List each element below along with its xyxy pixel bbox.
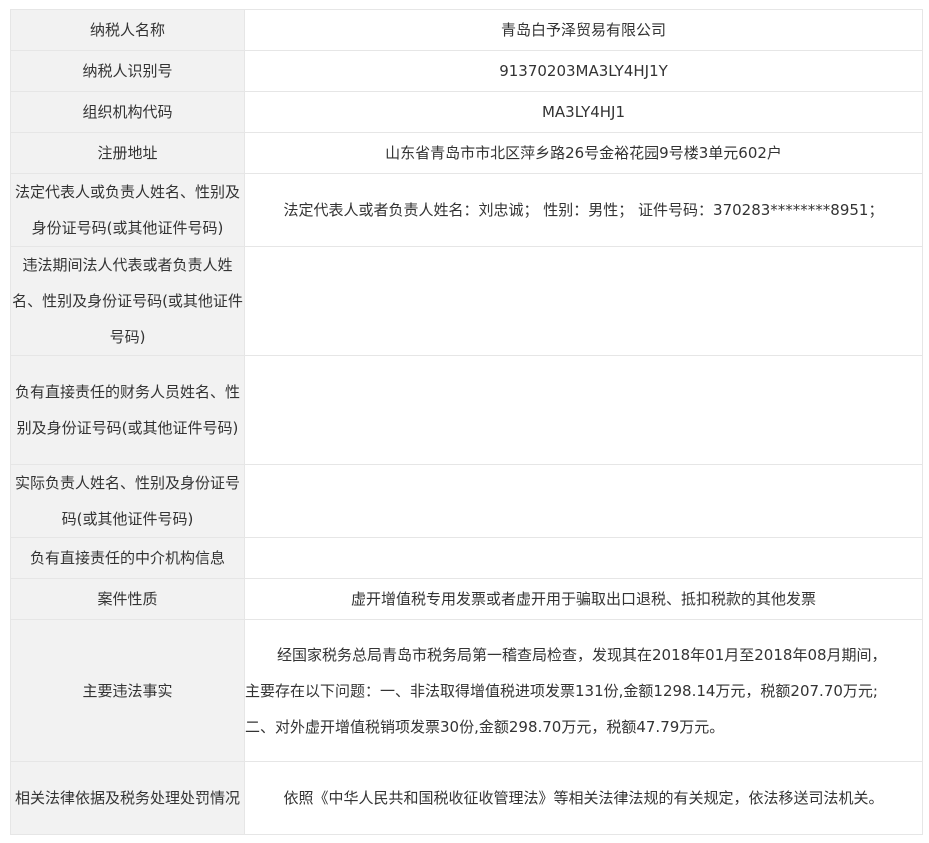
intermediary-info: [244, 537, 923, 579]
row-label: 负有直接责任的财务人员姓名、性别及身份证号码(或其他证件号码): [10, 355, 245, 465]
table-row: 组织机构代码 MA3LY4HJ1: [10, 91, 923, 133]
table-row: 负有直接责任的财务人员姓名、性别及身份证号码(或其他证件号码): [10, 355, 923, 465]
taxpayer-id: 91370203MA3LY4HJ1Y: [244, 50, 923, 92]
legal-representative: 法定代表人或者负责人姓名：刘忠诚； 性别：男性； 证件号码：370283****…: [244, 173, 923, 247]
table-row: 实际负责人姓名、性别及身份证号码(或其他证件号码): [10, 464, 923, 538]
legal-basis-and-penalty: 依照《中华人民共和国税收征收管理法》等相关法律法规的有关规定，依法移送司法机关。: [244, 761, 923, 835]
row-label: 相关法律依据及税务处理处罚情况: [10, 761, 245, 835]
actual-responsible-person: [244, 464, 923, 538]
table-row: 案件性质 虚开增值税专用发票或者虚开用于骗取出口退税、抵扣税款的其他发票: [10, 578, 923, 620]
table-row: 注册地址 山东省青岛市市北区萍乡路26号金裕花园9号楼3单元602户: [10, 132, 923, 174]
row-label: 案件性质: [10, 578, 245, 620]
responsible-finance-staff: [244, 355, 923, 465]
table-row: 主要违法事实 经国家税务总局青岛市税务局第一稽查局检查，发现其在2018年01月…: [10, 619, 923, 762]
row-label: 法定代表人或负责人姓名、性别及身份证号码(或其他证件号码): [10, 173, 245, 247]
tax-violation-table: 纳税人名称 青岛白予泽贸易有限公司 纳税人识别号 91370203MA3LY4H…: [10, 9, 923, 835]
row-label: 实际负责人姓名、性别及身份证号码(或其他证件号码): [10, 464, 245, 538]
taxpayer-name: 青岛白予泽贸易有限公司: [244, 9, 923, 51]
row-label: 负有直接责任的中介机构信息: [10, 537, 245, 579]
table-row: 违法期间法人代表或者负责人姓名、性别及身份证号码(或其他证件号码): [10, 246, 923, 356]
fact-line: 二、对外虚开增值税销项发票30份,金额298.70万元，税额47.79万元。: [245, 717, 725, 736]
table-row: 负有直接责任的中介机构信息: [10, 537, 923, 579]
row-label: 违法期间法人代表或者负责人姓名、性别及身份证号码(或其他证件号码): [10, 246, 245, 356]
row-label: 注册地址: [10, 132, 245, 174]
registered-address: 山东省青岛市市北区萍乡路26号金裕花园9号楼3单元602户: [244, 132, 923, 174]
row-label: 纳税人名称: [10, 9, 245, 51]
table-row: 相关法律依据及税务处理处罚情况 依照《中华人民共和国税收征收管理法》等相关法律法…: [10, 761, 923, 835]
table-row: 纳税人识别号 91370203MA3LY4HJ1Y: [10, 50, 923, 92]
case-nature: 虚开增值税专用发票或者虚开用于骗取出口退税、抵扣税款的其他发票: [244, 578, 923, 620]
row-label: 纳税人识别号: [10, 50, 245, 92]
fact-line: 主要存在以下问题：一、非法取得增值税进项发票131份,金额1298.14万元，税…: [245, 681, 878, 700]
main-violation-facts: 经国家税务总局青岛市税务局第一稽查局检查，发现其在2018年01月至2018年0…: [244, 619, 923, 762]
organization-code: MA3LY4HJ1: [244, 91, 923, 133]
row-label: 组织机构代码: [10, 91, 245, 133]
row-label: 主要违法事实: [10, 619, 245, 762]
representative-during-violation: [244, 246, 923, 356]
table-row: 法定代表人或负责人姓名、性别及身份证号码(或其他证件号码) 法定代表人或者负责人…: [10, 173, 923, 247]
fact-line: 经国家税务总局青岛市税务局第一稽查局检查，发现其在2018年01月至2018年0…: [277, 645, 887, 664]
table-row: 纳税人名称 青岛白予泽贸易有限公司: [10, 9, 923, 51]
